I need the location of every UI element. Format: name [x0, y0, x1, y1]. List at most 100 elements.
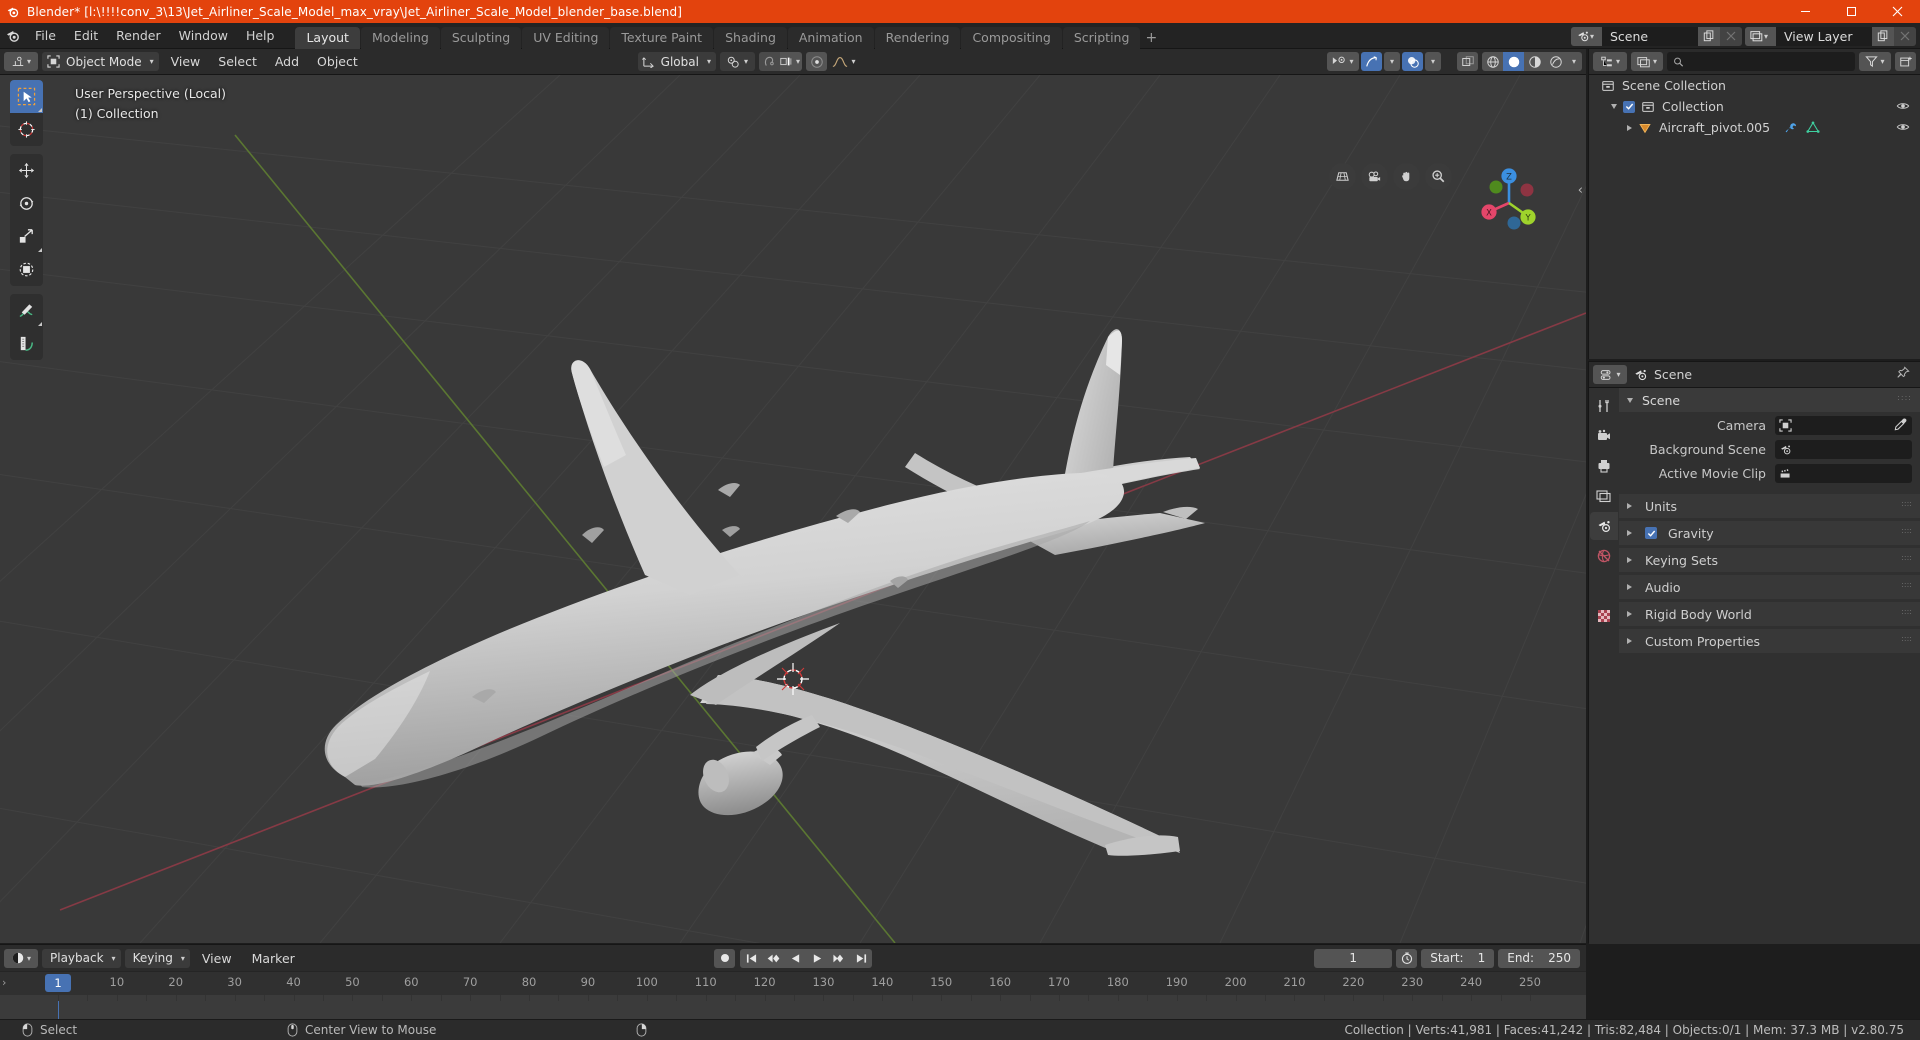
current-frame-field[interactable]: 1	[1314, 948, 1393, 968]
gravity-checkbox[interactable]	[1645, 527, 1657, 539]
transform-orientation-selector[interactable]: Global ▾	[637, 52, 716, 71]
proportional-edit-button[interactable]	[806, 52, 827, 71]
playback-menu[interactable]: Playback ▾	[42, 948, 121, 968]
new-scene-button[interactable]	[1697, 26, 1720, 46]
gizmo-options-button[interactable]: ▾	[1384, 52, 1400, 71]
outliner-row-collection[interactable]: Collection	[1589, 96, 1920, 117]
outliner-search-box[interactable]	[1667, 52, 1855, 71]
timeline-sidebar-arrow-icon[interactable]: ›	[2, 976, 6, 989]
xray-toggle-button[interactable]	[1457, 52, 1478, 71]
3d-viewport[interactable]: User Perspective (Local) (1) Collection	[0, 75, 1586, 943]
pin-id-icon[interactable]	[1896, 366, 1910, 383]
close-button[interactable]	[1874, 0, 1920, 23]
gizmo-toggle-button[interactable]	[1361, 52, 1382, 71]
use-preview-range-button[interactable]	[1396, 948, 1418, 968]
timeline-track-area[interactable]	[0, 995, 1586, 1019]
collection-checkbox[interactable]	[1623, 100, 1635, 113]
properties-tab-view-layer[interactable]	[1590, 482, 1618, 510]
viewport-menu-add[interactable]: Add	[267, 52, 307, 71]
outliner-row-scene-collection[interactable]: Scene Collection	[1589, 75, 1920, 96]
sidebar-toggle-arrow-icon[interactable]: ‹	[1578, 183, 1583, 198]
tab-scripting[interactable]: Scripting	[1062, 26, 1141, 49]
modifier-wrench-icon[interactable]	[1784, 121, 1798, 135]
outliner-filter-button[interactable]: ▾	[1859, 52, 1891, 71]
active-movie-clip-field[interactable]	[1775, 464, 1912, 483]
menu-render[interactable]: Render	[107, 26, 170, 46]
properties-tab-texture[interactable]	[1590, 602, 1618, 630]
custom-properties-panel[interactable]: Custom Properties ::::	[1619, 629, 1920, 653]
transform-tool-button[interactable]	[10, 253, 43, 286]
audio-panel[interactable]: Audio ::::	[1619, 575, 1920, 599]
toggle-perspective-icon[interactable]	[1329, 163, 1356, 190]
play-button[interactable]	[806, 948, 828, 968]
view-layer-name[interactable]: View Layer	[1776, 26, 1872, 46]
keying-sets-triangle-icon[interactable]	[1627, 557, 1632, 563]
camera-view-icon[interactable]	[1361, 163, 1388, 190]
tab-rendering[interactable]: Rendering	[874, 26, 961, 49]
gravity-triangle-icon[interactable]	[1627, 530, 1632, 536]
snap-toggle-button[interactable]	[758, 52, 780, 71]
tab-animation[interactable]: Animation	[787, 26, 874, 49]
cursor-tool-button[interactable]	[10, 113, 43, 146]
end-frame-field[interactable]: End: 250	[1498, 948, 1580, 968]
scene-panel-header[interactable]: Scene ::::	[1619, 388, 1920, 412]
rendered-shading-button[interactable]	[1545, 52, 1566, 71]
jump-to-end-button[interactable]	[850, 948, 872, 968]
timeline-editor-type-button[interactable]: ▾	[4, 948, 38, 968]
new-collection-button[interactable]	[1895, 52, 1916, 71]
tab-modeling[interactable]: Modeling	[360, 26, 440, 49]
units-triangle-icon[interactable]	[1627, 503, 1632, 509]
blender-menu-icon[interactable]	[0, 23, 26, 49]
outliner-search-input[interactable]	[1688, 54, 1849, 69]
object-visibility-eye-icon[interactable]	[1896, 120, 1910, 137]
next-keyframe-button[interactable]	[828, 948, 850, 968]
navigation-gizmo[interactable]: Z X Y	[1464, 159, 1550, 245]
remove-view-layer-button[interactable]	[1894, 26, 1916, 46]
shading-options-button[interactable]: ▾	[1566, 52, 1582, 71]
zoom-view-icon[interactable]	[1425, 163, 1452, 190]
properties-tab-scene[interactable]	[1590, 512, 1618, 540]
background-scene-field[interactable]	[1775, 440, 1912, 459]
start-frame-field[interactable]: Start: 1	[1421, 948, 1495, 968]
properties-tab-tool[interactable]	[1590, 392, 1618, 420]
overlays-toggle-button[interactable]	[1402, 52, 1423, 71]
scene-name[interactable]: Scene	[1601, 26, 1698, 46]
jump-to-start-button[interactable]	[740, 948, 762, 968]
object-expand-triangle-icon[interactable]	[1627, 124, 1632, 131]
custom-properties-triangle-icon[interactable]	[1627, 638, 1632, 644]
editor-type-button[interactable]: ▾	[4, 52, 38, 71]
properties-tab-world[interactable]	[1590, 542, 1618, 570]
keying-menu[interactable]: Keying ▾	[124, 948, 190, 968]
view-layer-selector[interactable]: ▾ View Layer	[1744, 26, 1916, 46]
new-view-layer-button[interactable]	[1872, 26, 1894, 46]
tab-texture-paint[interactable]: Texture Paint	[610, 26, 714, 49]
collection-visibility-eye-icon[interactable]	[1896, 99, 1910, 116]
collection-expand-triangle-icon[interactable]	[1611, 104, 1617, 109]
move-tool-button[interactable]	[10, 154, 43, 187]
tab-shading[interactable]: Shading	[714, 26, 787, 49]
pivot-point-selector[interactable]: ▾	[719, 52, 755, 71]
menu-edit[interactable]: Edit	[65, 26, 107, 46]
menu-help[interactable]: Help	[237, 26, 284, 46]
units-panel[interactable]: Units ::::	[1619, 494, 1920, 518]
gravity-panel[interactable]: Gravity ::::	[1619, 521, 1920, 545]
falloff-button[interactable]: ▾	[829, 52, 859, 71]
properties-tab-render[interactable]	[1590, 422, 1618, 450]
annotate-tool-button[interactable]	[10, 294, 43, 327]
solid-shading-button[interactable]	[1503, 52, 1524, 71]
menu-window[interactable]: Window	[170, 26, 237, 46]
viewport-menu-object[interactable]: Object	[309, 52, 366, 71]
camera-field[interactable]	[1775, 416, 1912, 435]
menu-file[interactable]: File	[26, 26, 65, 46]
outliner-display-mode-button[interactable]: ▾	[1631, 52, 1663, 71]
maximize-button[interactable]	[1828, 0, 1874, 23]
keying-sets-panel[interactable]: Keying Sets ::::	[1619, 548, 1920, 572]
wireframe-shading-button[interactable]	[1482, 52, 1503, 71]
tab-layout[interactable]: Layout	[295, 26, 360, 49]
rotate-tool-button[interactable]	[10, 187, 43, 220]
outliner-editor-type-button[interactable]: ▾	[1593, 52, 1627, 71]
scene-selector[interactable]: ▾ Scene	[1570, 26, 1742, 46]
properties-tab-output[interactable]	[1590, 452, 1618, 480]
tab-sculpting[interactable]: Sculpting	[440, 26, 522, 49]
remove-scene-button[interactable]	[1719, 26, 1742, 46]
